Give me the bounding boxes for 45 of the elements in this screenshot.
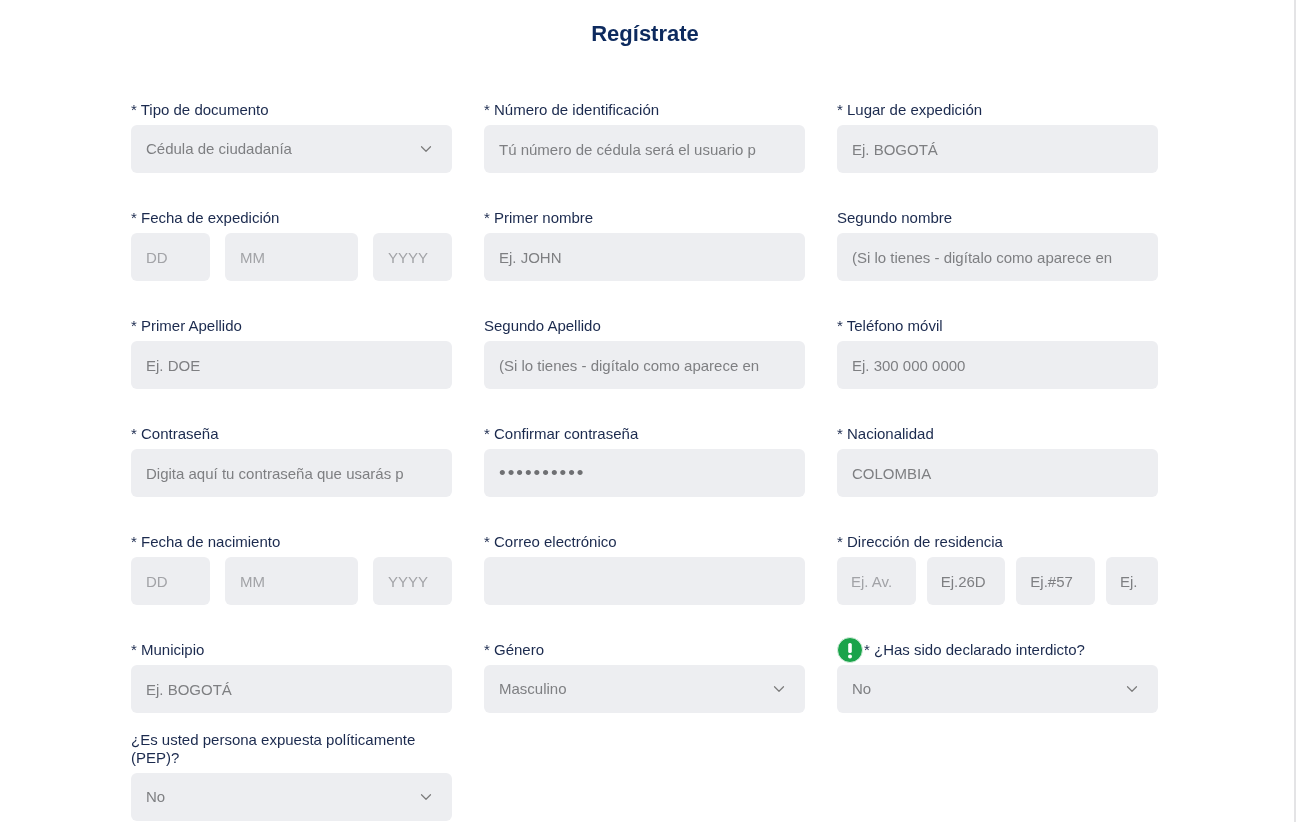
input-field[interactable]: MM: [225, 557, 358, 605]
field-label: * Fecha de nacimiento: [131, 533, 281, 551]
field-label: * Género: [484, 641, 545, 659]
input-field[interactable]: YYYY: [373, 233, 452, 281]
input-field[interactable]: YYYY: [373, 557, 452, 605]
field-label: Segundo Apellido: [484, 317, 601, 335]
input-field[interactable]: DD: [131, 233, 210, 281]
input-field[interactable]: Ej. BOGOTÁ: [131, 665, 452, 713]
input-field[interactable]: MM: [225, 233, 358, 281]
input-field[interactable]: Ej. JOHN: [484, 233, 805, 281]
field-label: * Número de identificación: [484, 101, 660, 119]
input-field[interactable]: (Si lo tienes - digítalo como aparece en: [837, 233, 1158, 281]
dropdown[interactable]: No: [837, 665, 1158, 713]
field-label: * Contraseña: [131, 425, 219, 443]
field-label: ¿Es usted persona expuesta políticamente (PEP)?: [131, 731, 417, 767]
field-label: * Dirección de residencia: [837, 533, 1003, 551]
input-field[interactable]: Ej.#57: [1016, 557, 1095, 605]
field-label: * Confirmar contraseña: [484, 425, 639, 443]
field-label: * Primer Apellido: [131, 317, 242, 335]
input-field[interactable]: Digita aquí tu contraseña que usarás p: [131, 449, 452, 497]
field-label: * Nacionalidad: [837, 425, 934, 443]
field-label: * Fecha de expedición: [131, 209, 280, 227]
field-label: * Lugar de expedición: [837, 101, 983, 119]
dropdown[interactable]: No: [131, 773, 452, 821]
input-field[interactable]: Ej. DOE: [131, 341, 452, 389]
input-field[interactable]: Tú número de cédula será el usuario p: [484, 125, 805, 173]
input-field[interactable]: Ej. BOGOTÁ: [837, 125, 1158, 173]
input-field[interactable]: DD: [131, 557, 210, 605]
field-label: * ¿Has sido declarado interdicto?: [864, 641, 1085, 659]
input-field[interactable]: (Si lo tienes - digítalo como aparece en: [484, 341, 805, 389]
input-field[interactable]: Ej.26D: [926, 557, 1006, 605]
input-field[interactable]: Ej. 300 000 0000: [837, 341, 1158, 389]
field-label: Segundo nombre: [837, 209, 953, 227]
field-label: * Tipo de documento: [131, 101, 269, 119]
input-field[interactable]: Ej.: [1106, 557, 1158, 605]
field-label: * Municipio: [131, 641, 205, 659]
page-title: Regístrate: [591, 20, 699, 48]
dropdown[interactable]: Cédula de ciudadanía: [131, 125, 452, 173]
field-label: * Teléfono móvil: [837, 317, 943, 335]
input-field[interactable]: Ej. Av.: [837, 557, 916, 605]
dropdown[interactable]: Masculino: [484, 665, 805, 713]
field-label: * Correo electrónico: [484, 533, 617, 551]
field-label: * Primer nombre: [484, 209, 594, 227]
input-field[interactable]: COLOMBIA: [837, 449, 1158, 497]
input-field[interactable]: ••••••••••: [484, 449, 805, 497]
